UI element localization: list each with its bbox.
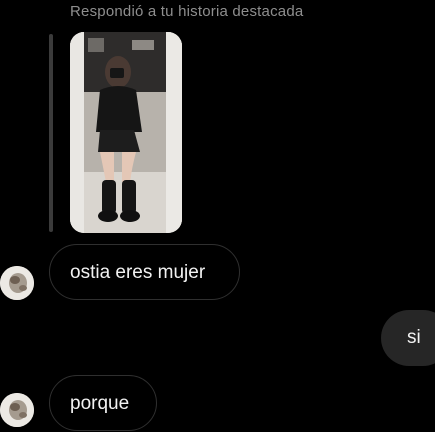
avatar-image xyxy=(0,393,34,427)
message-bubble[interactable]: ostia eres mujer xyxy=(49,244,240,300)
story-image xyxy=(70,32,182,233)
story-thumbnail[interactable] xyxy=(70,32,182,233)
message-bubble[interactable]: si xyxy=(381,310,435,366)
avatar[interactable] xyxy=(0,266,34,300)
reply-header: Respondió a tu historia destacada xyxy=(70,3,304,20)
avatar-image xyxy=(0,266,34,300)
reply-quote-bar xyxy=(49,34,53,232)
avatar[interactable] xyxy=(0,393,34,427)
message-bubble[interactable]: porque xyxy=(49,375,157,431)
